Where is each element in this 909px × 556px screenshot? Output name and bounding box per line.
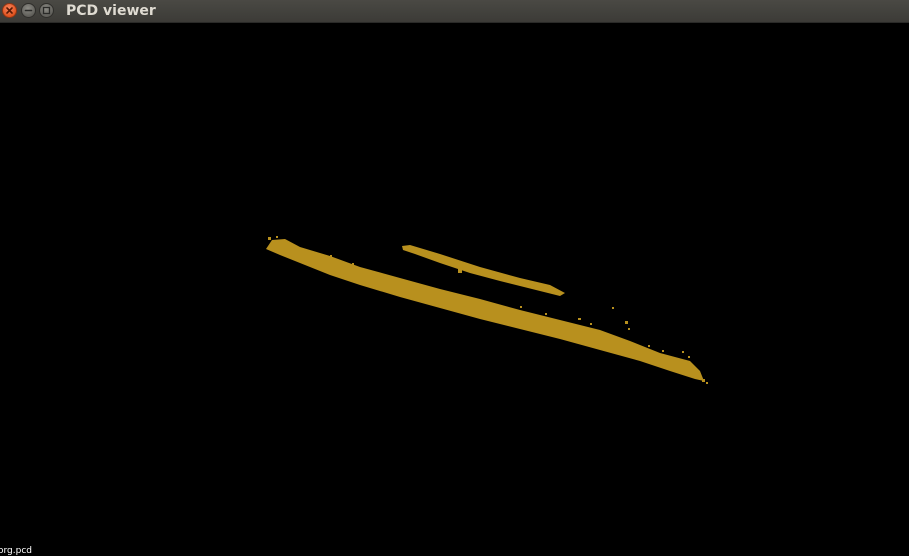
minimize-button[interactable] xyxy=(21,3,36,18)
window-title: PCD viewer xyxy=(66,3,156,19)
title-bar[interactable]: PCD viewer xyxy=(0,0,909,23)
minimize-icon xyxy=(24,9,33,12)
point-cloud-main-strip xyxy=(266,239,704,381)
maximize-button[interactable] xyxy=(39,3,54,18)
close-icon xyxy=(6,7,13,14)
pcd-viewer-window: PCD viewer org.pcd xyxy=(0,0,909,556)
pcd-filename-label: org.pcd xyxy=(0,546,32,556)
point-cloud-points xyxy=(266,236,708,384)
close-button[interactable] xyxy=(2,3,17,18)
maximize-icon xyxy=(42,6,51,15)
point-cloud-viewport[interactable]: org.pcd xyxy=(0,23,909,556)
point-cloud xyxy=(266,236,708,384)
